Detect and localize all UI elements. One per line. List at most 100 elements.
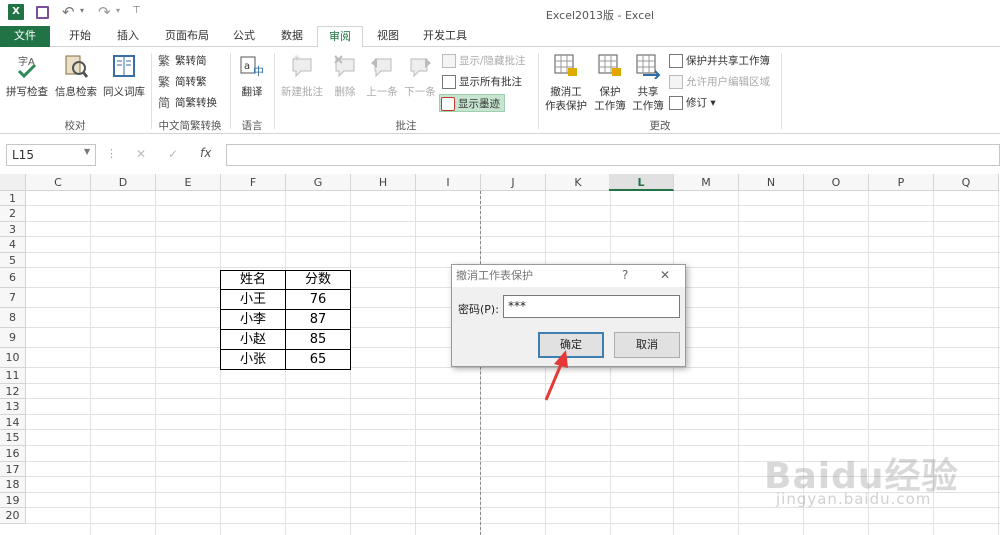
table-cell[interactable]: 87 bbox=[285, 309, 351, 330]
divider bbox=[538, 53, 539, 129]
row-header-3[interactable]: 3 bbox=[0, 221, 26, 237]
row-header-10[interactable]: 10 bbox=[0, 348, 26, 368]
column-header-p[interactable]: P bbox=[869, 174, 934, 191]
next-comment-button[interactable]: 下一条 bbox=[402, 53, 438, 99]
row-header-15[interactable]: 15 bbox=[0, 430, 26, 446]
undo-icon[interactable]: ↶ bbox=[62, 3, 75, 21]
column-header-l[interactable]: L bbox=[609, 174, 674, 191]
column-header-o[interactable]: O bbox=[804, 174, 869, 191]
table-cell[interactable]: 小张 bbox=[220, 349, 286, 370]
name-box[interactable]: L15 bbox=[6, 144, 96, 166]
thesaurus-button[interactable]: 同义词库 bbox=[101, 53, 147, 99]
previous-comment-button[interactable]: 上一条 bbox=[364, 53, 400, 99]
allow-edit-ranges-button[interactable]: 允许用户编辑区域 bbox=[668, 73, 770, 91]
to-simplified-button[interactable]: 繁繁转简 bbox=[157, 52, 207, 70]
column-header-c[interactable]: C bbox=[26, 174, 91, 191]
spelling-button[interactable]: 字A 拼写检查 bbox=[4, 53, 50, 99]
row-header-19[interactable]: 19 bbox=[0, 492, 26, 509]
table-cell[interactable]: 76 bbox=[285, 289, 351, 310]
excel-logo-icon: X bbox=[8, 4, 24, 20]
row-header-7[interactable]: 7 bbox=[0, 288, 26, 308]
tab-formulas[interactable]: 公式 bbox=[224, 26, 264, 47]
tab-page-layout[interactable]: 页面布局 bbox=[158, 26, 216, 47]
table-cell[interactable]: 小王 bbox=[220, 289, 286, 310]
column-header-h[interactable]: H bbox=[351, 174, 416, 191]
protect-workbook-button[interactable]: 保护 工作簿 bbox=[592, 53, 628, 113]
tab-developer[interactable]: 开发工具 bbox=[416, 26, 474, 47]
redo-dropdown-icon[interactable]: ▾ bbox=[116, 6, 120, 15]
research-button[interactable]: 信息检索 bbox=[52, 53, 100, 99]
show-hide-comment-button[interactable]: 显示/隐藏批注 bbox=[441, 52, 526, 70]
name-box-dropdown-icon[interactable]: ▼ bbox=[84, 147, 90, 156]
table-header-score[interactable]: 分数 bbox=[285, 270, 351, 290]
show-all-comments-button[interactable]: 显示所有批注 bbox=[441, 73, 522, 91]
protect-share-button[interactable]: 保护并共享工作簿 bbox=[668, 52, 770, 70]
unprotect-sheet-button[interactable]: 撤消工 作表保护 bbox=[542, 53, 590, 113]
tab-review[interactable]: 审阅 bbox=[317, 26, 363, 48]
table-cell[interactable]: 小赵 bbox=[220, 329, 286, 350]
help-icon[interactable]: ? bbox=[622, 268, 628, 282]
row-header-14[interactable]: 14 bbox=[0, 414, 26, 431]
row-header-8[interactable]: 8 bbox=[0, 308, 26, 328]
password-input[interactable]: *** bbox=[503, 295, 680, 318]
table-cell[interactable]: 85 bbox=[285, 329, 351, 350]
row-header-1[interactable]: 1 bbox=[0, 191, 26, 206]
column-header-k[interactable]: K bbox=[546, 174, 611, 191]
tab-data[interactable]: 数据 bbox=[272, 26, 312, 47]
convert-button[interactable]: 简简繁转换 bbox=[157, 94, 217, 112]
column-header-i[interactable]: I bbox=[416, 174, 481, 191]
ribbon-tabs: 文件 开始 插入 页面布局 公式 数据 审阅 视图 开发工具 bbox=[0, 26, 1000, 48]
row-header-4[interactable]: 4 bbox=[0, 237, 26, 253]
gridline bbox=[26, 429, 1000, 431]
column-header-g[interactable]: G bbox=[286, 174, 351, 191]
undo-dropdown-icon[interactable]: ▾ bbox=[80, 6, 84, 15]
row-header-16[interactable]: 16 bbox=[0, 446, 26, 462]
row-header-13[interactable]: 13 bbox=[0, 399, 26, 415]
track-changes-icon bbox=[669, 96, 683, 110]
title-bar: X ↶ ▾ ↷ ▾ ⊤ Excel2013版 - Excel bbox=[0, 0, 1000, 26]
column-header-m[interactable]: M bbox=[674, 174, 739, 191]
save-icon[interactable] bbox=[36, 6, 49, 19]
customize-toolbar-icon[interactable]: ⊤ bbox=[132, 5, 141, 16]
column-header-q[interactable]: Q bbox=[934, 174, 999, 191]
table-header-name[interactable]: 姓名 bbox=[220, 270, 286, 290]
row-header-12[interactable]: 12 bbox=[0, 383, 26, 400]
svg-text:✳: ✳ bbox=[293, 54, 301, 64]
insert-function-icon[interactable]: fx bbox=[200, 146, 211, 160]
cancel-formula-icon[interactable]: ✕ bbox=[136, 147, 146, 161]
show-all-comments-icon bbox=[442, 75, 456, 89]
redo-icon[interactable]: ↷ bbox=[98, 3, 111, 21]
row-header-20[interactable]: 20 bbox=[0, 508, 26, 524]
to-traditional-button[interactable]: 繁简转繁 bbox=[157, 73, 207, 91]
table-cell[interactable]: 小李 bbox=[220, 309, 286, 330]
close-icon[interactable]: ✕ bbox=[660, 268, 670, 282]
share-workbook-button[interactable]: 共享 工作簿 bbox=[630, 53, 666, 113]
translate-button[interactable]: a中 翻译 bbox=[234, 53, 270, 99]
track-changes-button[interactable]: 修订 ▾ bbox=[668, 94, 716, 112]
row-header-9[interactable]: 9 bbox=[0, 328, 26, 348]
show-ink-button[interactable]: 显示墨迹 bbox=[439, 94, 505, 112]
row-header-6[interactable]: 6 bbox=[0, 268, 26, 288]
column-header-e[interactable]: E bbox=[156, 174, 221, 191]
row-header-17[interactable]: 17 bbox=[0, 461, 26, 478]
row-header-2[interactable]: 2 bbox=[0, 206, 26, 222]
tab-file[interactable]: 文件 bbox=[0, 26, 50, 47]
column-header-j[interactable]: J bbox=[481, 174, 546, 191]
convert-icon: 简 bbox=[158, 96, 171, 110]
new-comment-button[interactable]: ✳ 新建批注 bbox=[278, 53, 326, 99]
formula-input[interactable] bbox=[226, 144, 1000, 166]
row-header-11[interactable]: 11 bbox=[0, 368, 26, 384]
table-cell[interactable]: 65 bbox=[285, 349, 351, 370]
delete-comment-button[interactable]: 删除 bbox=[328, 53, 362, 99]
select-all-corner[interactable] bbox=[0, 174, 26, 191]
column-header-d[interactable]: D bbox=[91, 174, 156, 191]
row-header-5[interactable]: 5 bbox=[0, 252, 26, 268]
tab-insert[interactable]: 插入 bbox=[108, 26, 148, 47]
tab-home[interactable]: 开始 bbox=[60, 26, 100, 47]
column-header-f[interactable]: F bbox=[221, 174, 286, 191]
enter-formula-icon[interactable]: ✓ bbox=[168, 147, 178, 161]
tab-view[interactable]: 视图 bbox=[368, 26, 408, 47]
cancel-button[interactable]: 取消 bbox=[614, 332, 680, 358]
row-header-18[interactable]: 18 bbox=[0, 477, 26, 493]
column-header-n[interactable]: N bbox=[739, 174, 804, 191]
